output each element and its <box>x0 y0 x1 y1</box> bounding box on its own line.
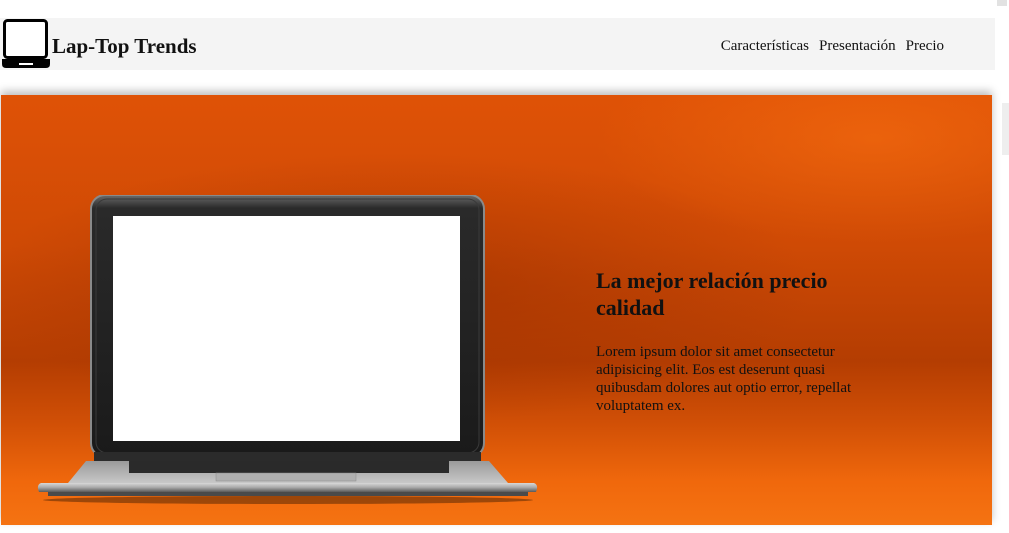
hero-description: Lorem ipsum dolor sit amet consectetur a… <box>596 344 852 414</box>
brand-title[interactable]: Lap-Top Trends <box>52 33 197 59</box>
hero-section: La mejor relación precio calidad Lorem i… <box>1 95 992 525</box>
hero-text-block: La mejor relación precio calidad Lorem i… <box>596 267 881 415</box>
hero-title: La mejor relación precio calidad <box>596 268 828 320</box>
nav-link-precio[interactable]: Precio <box>906 38 944 55</box>
nav-link-presentacion[interactable]: Presentación <box>819 38 896 55</box>
site-header: Lap-Top Trends Características Presentac… <box>0 18 995 70</box>
page: Lap-Top Trends Características Presentac… <box>0 0 1009 533</box>
scrollbar-thumb[interactable] <box>1002 103 1009 155</box>
main-nav: Características Presentación Precio <box>721 38 944 55</box>
laptop-image <box>37 195 538 504</box>
scrollbar-top <box>997 0 1007 6</box>
laptop-icon[interactable] <box>0 18 52 70</box>
nav-link-caracteristicas[interactable]: Características <box>721 38 809 55</box>
